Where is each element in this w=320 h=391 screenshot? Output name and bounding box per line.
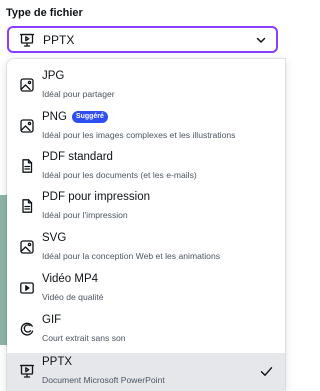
option-title: PNG — [42, 111, 67, 123]
file-type-select[interactable]: PPTX — [7, 26, 278, 53]
option-description: Idéal pour les documents (et les e-mails… — [42, 170, 197, 180]
option-title-row: PNG Suggéré — [42, 111, 108, 123]
option-description: Vidéo de qualité — [42, 292, 104, 302]
option-jpg[interactable]: JPG Idéal pour partager — [7, 67, 285, 107]
option-gif[interactable]: GIF Court extrait sans son — [7, 311, 285, 351]
option-title: PPTX — [42, 356, 73, 368]
video-icon — [19, 280, 35, 296]
file-type-label: Type de fichier — [6, 7, 83, 19]
image-icon — [19, 77, 35, 93]
option-png[interactable]: PNG Suggéré Idéal pour les images comple… — [7, 108, 285, 148]
option-pdf-standard[interactable]: PDF standard Idéal pour les documents (e… — [7, 148, 285, 188]
option-title: Vidéo MP4 — [42, 273, 99, 285]
chevron-down-icon — [255, 34, 267, 46]
option-description: Document Microsoft PowerPoint — [42, 375, 165, 385]
option-title: JPG — [42, 70, 65, 82]
option-pdf-print[interactable]: PDF pour impression Idéal pour l'impress… — [7, 188, 285, 228]
checkmark-icon — [260, 365, 273, 378]
file-type-dropdown: JPG Idéal pour partager PNG Suggéré Idéa… — [7, 59, 285, 391]
image-icon — [19, 239, 35, 255]
presentation-icon — [19, 363, 35, 379]
select-value: PPTX — [43, 32, 75, 47]
option-description: Idéal pour l'impression — [42, 210, 128, 220]
suggested-badge: Suggéré — [71, 111, 108, 123]
option-description: Idéal pour partager — [42, 89, 115, 99]
option-pptx[interactable]: PPTX Document Microsoft PowerPoint — [7, 353, 285, 391]
document-icon — [19, 198, 35, 214]
presentation-icon — [19, 32, 35, 48]
option-svg[interactable]: SVG Idéal pour la conception Web et les … — [7, 229, 285, 269]
document-icon — [19, 158, 35, 174]
option-title: GIF — [42, 314, 62, 326]
option-mp4[interactable]: Vidéo MP4 Vidéo de qualité — [7, 270, 285, 310]
option-title: SVG — [42, 232, 67, 244]
option-description: Idéal pour les images complexes et les i… — [42, 130, 236, 140]
gif-icon — [19, 321, 35, 337]
option-description: Idéal pour la conception Web et les anim… — [42, 251, 221, 261]
image-icon — [19, 118, 35, 134]
option-title: PDF standard — [42, 151, 113, 163]
option-title: PDF pour impression — [42, 191, 151, 203]
option-description: Court extrait sans son — [42, 333, 126, 343]
